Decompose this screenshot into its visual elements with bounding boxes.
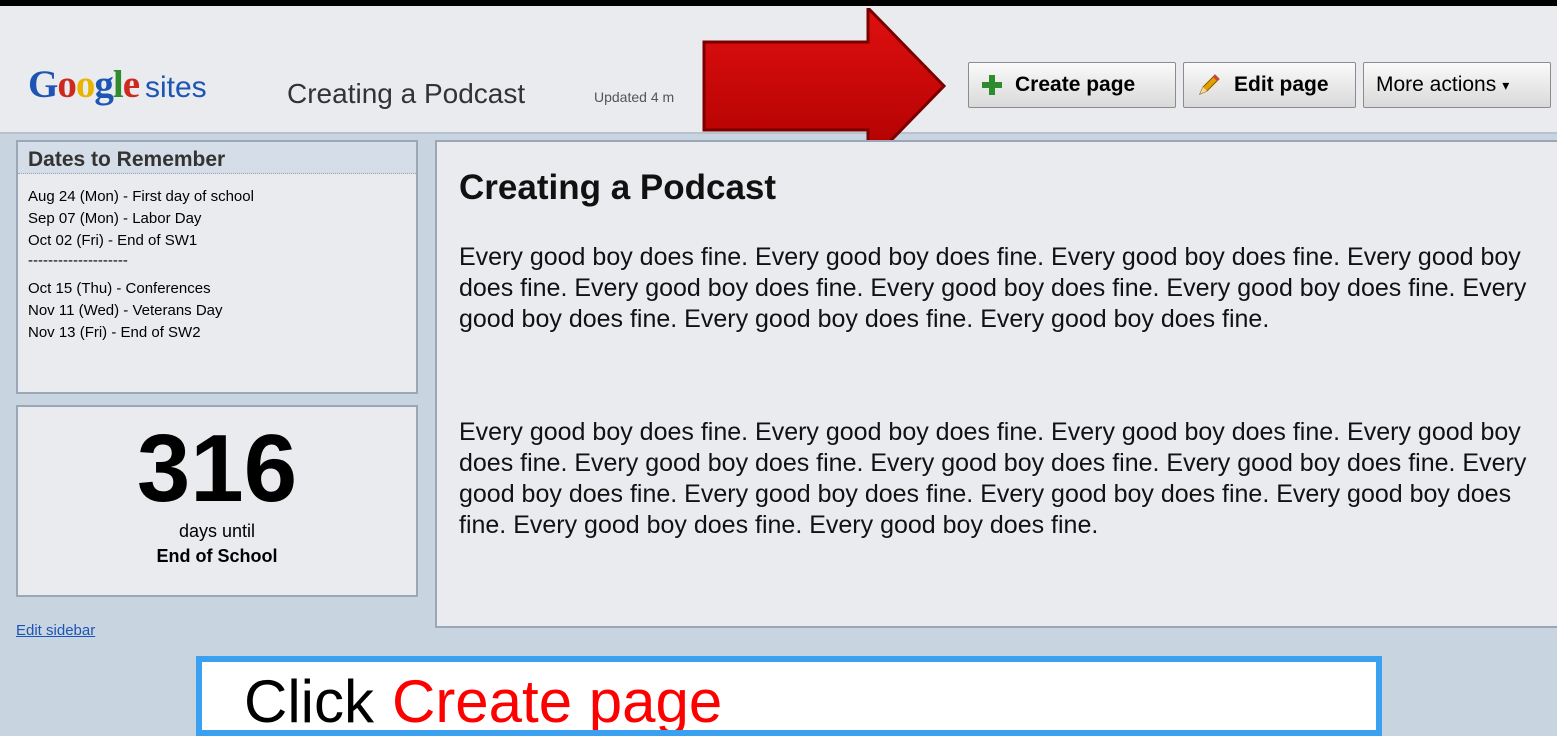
countdown-label: days until — [178, 521, 256, 541]
callout-command: Click — [244, 668, 374, 735]
date-item: Nov 11 (Wed) - Veterans Day — [28, 302, 223, 319]
date-item: Oct 02 (Fri) - End of SW1 — [28, 232, 198, 249]
instruction-callout: Click Create page — [196, 656, 1382, 736]
google-sites-logo[interactable]: Google sites — [28, 62, 207, 112]
create-page-button[interactable]: Create page — [968, 62, 1176, 108]
plus-icon — [982, 75, 1002, 95]
logo-letter: o — [75, 63, 95, 106]
updated-text: Updated 4 m — [594, 89, 675, 105]
dates-title: Dates to Remember — [18, 142, 416, 174]
logo-letter: e — [122, 63, 140, 106]
logo-letter: G — [28, 63, 58, 106]
site-title[interactable]: Creating a Podcast — [287, 78, 525, 110]
dates-list: Aug 24 (Mon) - First day of school Sep 0… — [18, 174, 416, 344]
page-content: Creating a Podcast Every good boy does f… — [435, 140, 1557, 628]
countdown-target: End of School — [156, 546, 278, 566]
logo-sites-text: sites — [145, 71, 207, 104]
chevron-down-icon: ▾ — [1502, 76, 1510, 93]
logo-letter: l — [112, 63, 124, 106]
more-actions-button[interactable]: More actions ▾ — [1363, 62, 1551, 108]
countdown-number: 316 — [136, 415, 298, 522]
logo-google-text: Google — [28, 63, 140, 106]
date-item: Aug 24 (Mon) - First day of school — [28, 188, 254, 205]
content-paragraph: Every good boy does fine. Every good boy… — [459, 418, 1527, 539]
callout-target: Create page — [392, 668, 723, 735]
edit-page-label: Edit page — [1234, 73, 1329, 96]
content-paragraph: Every good boy does fine. Every good boy… — [459, 243, 1527, 333]
date-item: Sep 07 (Mon) - Labor Day — [28, 210, 202, 227]
page-title: Creating a Podcast — [459, 168, 777, 207]
logo-letter: g — [94, 63, 113, 106]
edit-page-button[interactable]: Edit page — [1183, 62, 1356, 108]
logo-letter: o — [57, 63, 76, 106]
create-page-label: Create page — [1015, 73, 1136, 96]
date-item: Oct 15 (Thu) - Conferences — [28, 280, 211, 297]
more-actions-label: More actions — [1376, 73, 1497, 96]
dates-gadget: Dates to Remember Aug 24 (Mon) - First d… — [16, 140, 418, 394]
date-separator: -------------------- — [28, 252, 128, 269]
pencil-icon — [1199, 74, 1220, 95]
edit-sidebar-link[interactable]: Edit sidebar — [16, 622, 95, 639]
countdown-gadget: 316 days until End of School — [16, 405, 418, 597]
date-item: Nov 13 (Fri) - End of SW2 — [28, 324, 201, 341]
